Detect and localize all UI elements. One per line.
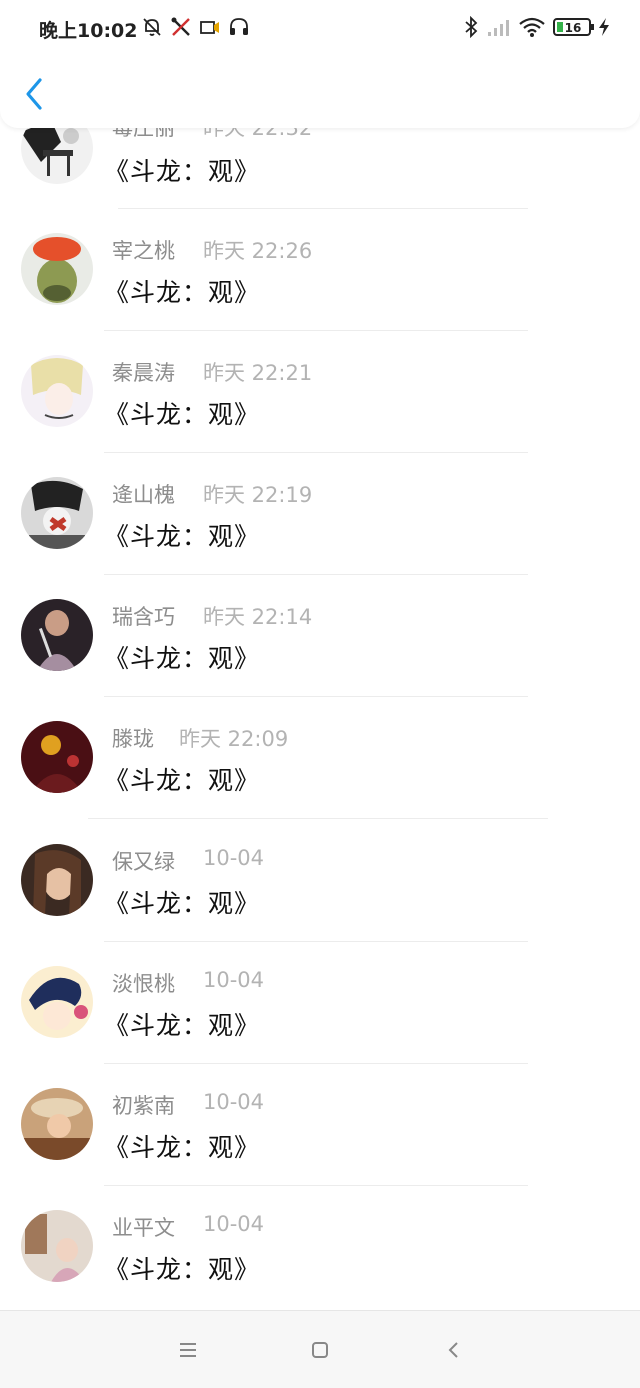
avatar[interactable] — [21, 1088, 93, 1160]
avatar[interactable] — [21, 599, 93, 671]
chevron-left-icon — [26, 78, 42, 110]
sender-name: 宰之桃 — [112, 239, 175, 263]
message-time: 昨天 22:26 — [203, 239, 313, 263]
sender-name: 秦晨涛 — [112, 361, 175, 385]
sender-name: 淡恨桃 — [112, 972, 175, 996]
menu-button[interactable] — [175, 1337, 201, 1363]
home-button[interactable] — [307, 1337, 333, 1363]
message-list[interactable]: 毒庄丽 昨天 22:32 《斗龙：观》 宰之桃 昨天 22:26 《斗龙：观》 … — [0, 0, 640, 1310]
avatar[interactable] — [21, 844, 93, 916]
message-preview: 《斗龙：观》 — [104, 889, 261, 918]
sender-name: 瑞含巧 — [112, 605, 175, 629]
message-time: 10-04 — [203, 1090, 265, 1114]
list-item[interactable]: 业平文 10-04 《斗龙：观》 — [0, 1186, 640, 1308]
wifi-icon — [518, 16, 546, 42]
avatar[interactable] — [21, 966, 93, 1038]
system-nav-bar — [0, 1310, 640, 1388]
sender-name: 初紫南 — [112, 1094, 175, 1118]
sender-name: 业平文 — [112, 1216, 175, 1240]
sender-name: 逄山槐 — [112, 483, 175, 507]
nav-back-button[interactable] — [441, 1337, 467, 1363]
bluetooth-icon — [462, 15, 480, 42]
message-time: 10-04 — [203, 846, 265, 870]
camera-icon — [199, 16, 221, 42]
signal-icon — [486, 16, 512, 42]
message-preview: 《斗龙：观》 — [104, 766, 261, 795]
charging-icon — [597, 16, 611, 42]
message-time: 昨天 22:14 — [203, 605, 313, 629]
message-preview: 《斗龙：观》 — [104, 1011, 261, 1040]
bell-off-icon — [141, 16, 163, 42]
list-item[interactable]: 滕珑 昨天 22:09 《斗龙：观》 — [0, 697, 640, 819]
list-item[interactable]: 秦晨涛 昨天 22:21 《斗龙：观》 — [0, 331, 640, 453]
list-item[interactable]: 瑞含巧 昨天 22:14 《斗龙：观》 — [0, 575, 640, 697]
message-preview: 《斗龙：观》 — [104, 644, 261, 673]
avatar[interactable] — [21, 1210, 93, 1282]
divider — [88, 818, 548, 819]
list-item[interactable]: 逄山槐 昨天 22:19 《斗龙：观》 — [0, 453, 640, 575]
message-time: 昨天 22:09 — [179, 727, 289, 751]
message-preview: 《斗龙：观》 — [104, 1255, 261, 1284]
message-preview: 《斗龙：观》 — [104, 157, 261, 186]
tools-icon — [170, 16, 192, 42]
message-time: 10-04 — [203, 1212, 265, 1236]
list-item[interactable]: 淡恨桃 10-04 《斗龙：观》 — [0, 942, 640, 1064]
message-preview: 《斗龙：观》 — [104, 1133, 261, 1162]
avatar[interactable] — [21, 477, 93, 549]
message-preview: 《斗龙：观》 — [104, 522, 261, 551]
message-time: 10-04 — [203, 968, 265, 992]
message-preview: 《斗龙：观》 — [104, 400, 261, 429]
triangle-back-icon — [448, 1342, 458, 1358]
top-bar: 晚上10:02 16 — [0, 0, 640, 128]
avatar[interactable] — [21, 355, 93, 427]
sender-name: 保又绿 — [112, 850, 175, 874]
message-preview: 《斗龙：观》 — [104, 278, 261, 307]
headphones-icon — [228, 16, 250, 42]
battery-level: 16 — [565, 21, 582, 35]
status-time: 晚上10:02 — [39, 20, 138, 42]
back-button[interactable] — [18, 72, 52, 116]
list-item[interactable]: 保又绿 10-04 《斗龙：观》 — [0, 820, 640, 942]
menu-icon — [180, 1343, 196, 1357]
battery-icon: 16 — [553, 17, 595, 41]
avatar[interactable] — [21, 233, 93, 305]
message-time: 昨天 22:19 — [203, 483, 313, 507]
list-item[interactable]: 宰之桃 昨天 22:26 《斗龙：观》 — [0, 209, 640, 331]
avatar[interactable] — [21, 721, 93, 793]
sender-name: 滕珑 — [112, 727, 154, 751]
message-time: 昨天 22:21 — [203, 361, 313, 385]
list-item[interactable]: 初紫南 10-04 《斗龙：观》 — [0, 1064, 640, 1186]
square-home-icon — [312, 1342, 328, 1358]
